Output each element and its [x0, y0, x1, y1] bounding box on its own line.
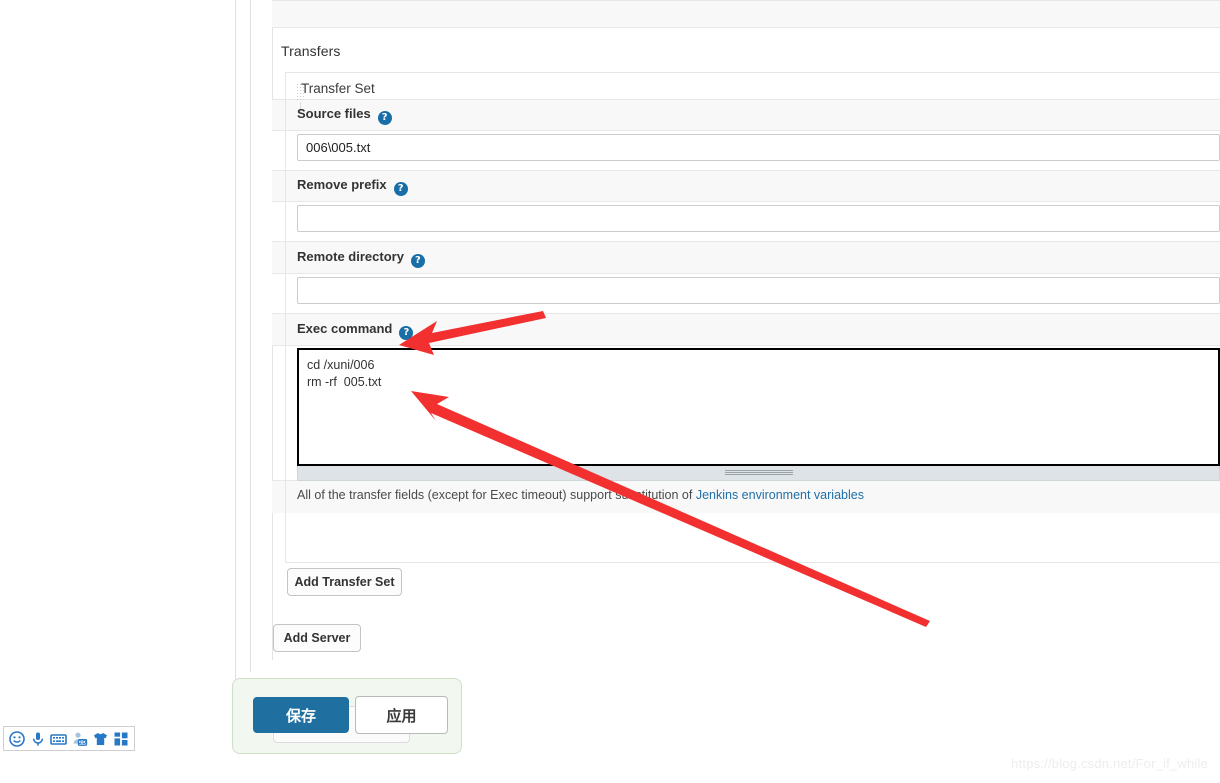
- page-root: Transfers Transfer Set Source files? Rem…: [0, 0, 1220, 783]
- layout-rail-middle: [250, 0, 251, 672]
- remote-directory-input[interactable]: [297, 277, 1220, 304]
- help-question-icon[interactable]: ?: [393, 182, 408, 196]
- watermark-text: https://blog.csdn.net/For_if_while: [1011, 756, 1208, 771]
- exec-command-textarea[interactable]: cd /xuni/006 rm -rf 005.txt: [297, 348, 1220, 466]
- label-remove-prefix-text: Remove prefix: [297, 177, 387, 192]
- help-question-icon[interactable]: ?: [377, 111, 392, 125]
- label-source-files-text: Source files: [297, 106, 371, 121]
- svg-text:2D: 2D: [79, 740, 87, 746]
- help-question-icon[interactable]: ?: [399, 326, 414, 340]
- exec-command-wrapper: cd /xuni/006 rm -rf 005.txt: [297, 348, 1220, 481]
- keyboard-icon[interactable]: [50, 729, 68, 748]
- microphone-icon[interactable]: [29, 729, 47, 748]
- helper-note: All of the transfer fields (except for E…: [297, 488, 864, 502]
- layout-rail-outer: [235, 0, 236, 690]
- form-content-column: Transfers Transfer Set Source files? Rem…: [272, 0, 1220, 783]
- apps-grid-icon[interactable]: [112, 729, 130, 748]
- save-button[interactable]: 保存: [253, 697, 349, 733]
- page-title: Transfers: [281, 43, 341, 59]
- add-transfer-set-button[interactable]: Add Transfer Set: [287, 568, 402, 596]
- band-transfers-heading: [272, 0, 1220, 28]
- textarea-resize-handle[interactable]: [297, 466, 1220, 481]
- smiley-face-icon[interactable]: [8, 729, 26, 748]
- label-exec-command: Exec command?: [297, 321, 414, 340]
- tshirt-skin-icon[interactable]: [91, 729, 109, 748]
- label-source-files: Source files?: [297, 106, 392, 125]
- ime-toolbar[interactable]: 2D: [3, 726, 135, 751]
- helper-note-text: All of the transfer fields (except for E…: [297, 488, 696, 502]
- apply-button[interactable]: 应用: [355, 696, 448, 734]
- label-remote-directory-text: Remote directory: [297, 249, 404, 264]
- transfer-set-label: Transfer Set: [301, 81, 375, 96]
- jenkins-env-vars-link[interactable]: Jenkins environment variables: [696, 488, 864, 502]
- label-remote-directory: Remote directory?: [297, 249, 425, 268]
- label-exec-command-text: Exec command: [297, 321, 393, 336]
- source-files-input[interactable]: [297, 134, 1220, 161]
- help-question-icon[interactable]: ?: [410, 254, 425, 268]
- person-2d-icon[interactable]: 2D: [70, 729, 88, 748]
- label-remove-prefix: Remove prefix?: [297, 177, 408, 196]
- remove-prefix-input[interactable]: [297, 205, 1220, 232]
- add-server-button[interactable]: Add Server: [273, 624, 361, 652]
